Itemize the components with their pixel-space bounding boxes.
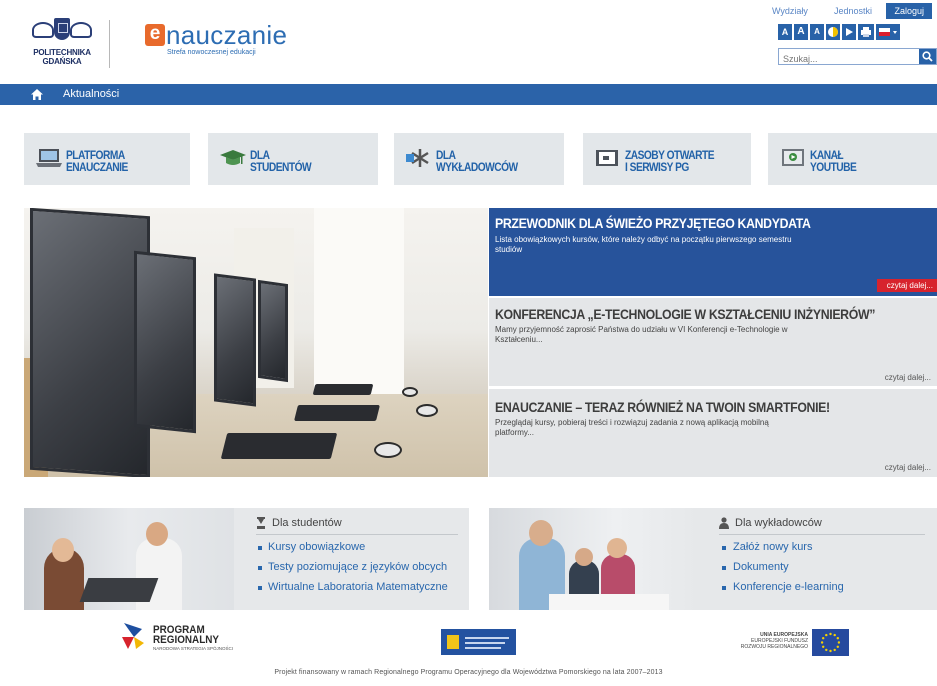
graduation-cap-icon: [220, 150, 246, 165]
flag-pl-icon: [879, 28, 897, 36]
keyboard-1: [220, 433, 338, 459]
monitor-4: [258, 279, 288, 383]
link-faculties[interactable]: Wydziały: [772, 6, 808, 16]
laptop-icon: [36, 149, 62, 167]
politechnika-logo[interactable]: POLITECHNIKA GDAŃSKA: [22, 16, 102, 66]
main-nav: Aktualności: [0, 84, 937, 105]
tile-platform-line2: eNAUCZANIE: [66, 160, 128, 174]
pomorskie-crest-icon: [447, 635, 459, 649]
brand-letter: e: [145, 24, 165, 46]
monitor-2: [134, 250, 196, 434]
program-regionalny-icon: [122, 623, 144, 649]
brand-word: nauczanie: [166, 20, 288, 50]
read-more-link[interactable]: czytaj dalej...: [885, 373, 931, 382]
font-size-small-button[interactable]: A: [778, 24, 792, 40]
news-excerpt-line2: Kształceniu...: [495, 335, 543, 344]
pomorskie-logo[interactable]: [441, 629, 516, 655]
lecturer-icon: [719, 517, 729, 529]
bullet-icon: [722, 566, 726, 570]
mouse-1: [374, 442, 402, 458]
link-create-course[interactable]: Załóż nowy kurs: [733, 541, 812, 553]
pointer-hand-icon: [406, 149, 429, 167]
monitor-3: [214, 273, 256, 407]
read-more-link[interactable]: czytaj dalej...: [877, 279, 937, 292]
lecturers-panel: Dla wykładowców Załóż nowy kurs Dokument…: [489, 508, 937, 610]
link-language-tests[interactable]: Testy poziomujące z języków obcych: [268, 561, 447, 573]
lecturers-panel-title: Dla wykładowców: [735, 517, 822, 529]
news-item-3[interactable]: ENAUCZANIE – TERAZ RÓWNIEŻ NA TWOIN SMAR…: [489, 389, 937, 477]
site-header: POLITECHNIKA GDAŃSKA e nauczanie Strefa n…: [0, 0, 937, 80]
logo-divider: [109, 20, 110, 68]
link-documents[interactable]: Dokumenty: [733, 561, 789, 573]
nav-item-news[interactable]: Aktualności: [63, 88, 119, 100]
font-size-medium-button[interactable]: A: [794, 24, 808, 40]
tile-resources-line2: I SERWISY PG: [625, 160, 689, 174]
monitor-1: [30, 208, 150, 477]
search-button[interactable]: [919, 49, 936, 64]
tile-youtube-line2: YOUTUBE: [810, 160, 857, 174]
eu-flag-icon[interactable]: [812, 629, 849, 656]
news-excerpt-line1: Przeglądaj kursy, pobieraj treści i rozw…: [495, 418, 769, 427]
students-panel: Dla studentów Kursy obowiązkowe Testy po…: [24, 508, 469, 610]
news-excerpt-line2: platformy...: [495, 428, 534, 437]
students-panel-title: Dla studentów: [272, 517, 342, 529]
news-excerpt-line2: studiów: [495, 245, 523, 254]
video-icon: [782, 149, 804, 166]
university-name-line2: GDAŃSKA: [42, 57, 82, 66]
font-size-large-button[interactable]: A: [810, 24, 824, 40]
student-icon: [257, 517, 265, 529]
university-name-line1: POLITECHNIKA: [33, 48, 91, 57]
eu-text: UNIA EUROPEJSKA EUROPEJSKI FUNDUSZ ROZWO…: [730, 632, 808, 650]
students-photo: [24, 508, 234, 610]
tile-resources[interactable]: ZASOBY OTWARTE I SERWISY PG: [583, 133, 751, 185]
tile-students-line2: STUDENTÓW: [250, 160, 312, 174]
search-input[interactable]: [779, 51, 917, 67]
link-units[interactable]: Jednostki: [834, 6, 872, 16]
news-item-1[interactable]: PRZEWODNIK DLA ŚWIEŻO PRZYJĘTEGO KANDYDA…: [489, 208, 937, 296]
news-title[interactable]: KONFERENCJA „E-TECHNOLOGIE W KSZTAŁCENIU…: [495, 306, 875, 322]
crest-icon: [32, 16, 92, 46]
home-icon[interactable]: [31, 89, 43, 100]
print-icon[interactable]: [858, 24, 874, 40]
enauczanie-logo[interactable]: e nauczanie Strefa nowoczesnej edukacji: [145, 20, 288, 56]
documents-icon: [596, 150, 618, 166]
program-line2: REGIONALNY: [153, 634, 220, 646]
brand-tagline: Strefa nowoczesnej edukacji: [167, 49, 256, 56]
mouse-3: [402, 387, 418, 397]
keyboard-2: [294, 405, 380, 421]
mouse-2: [416, 404, 438, 417]
news-item-2[interactable]: KONFERENCJA „E-TECHNOLOGIE W KSZTAŁCENIU…: [489, 298, 937, 386]
news-title[interactable]: PRZEWODNIK DLA ŚWIEŻO PRZYJĘTEGO KANDYDA…: [495, 215, 811, 231]
hero-computer-lab-image: [24, 208, 488, 477]
eu-line3: ROZWOJU REGIONALNEGO: [740, 644, 808, 650]
tile-platform[interactable]: PLATFORMA eNAUCZANIE: [24, 133, 190, 185]
language-select[interactable]: [876, 24, 900, 40]
link-virtual-math-labs[interactable]: Wirtualne Laboratoria Matematyczne: [268, 581, 448, 593]
top-links: Wydziały Jednostki Zaloguj: [762, 3, 937, 19]
link-mandatory-courses[interactable]: Kursy obowiązkowe: [268, 541, 365, 553]
pointer-icon[interactable]: [842, 24, 856, 40]
search-icon: [922, 51, 933, 62]
search-box: [778, 48, 937, 67]
link-elearning-conferences[interactable]: Konferencje e-learning: [733, 581, 844, 593]
bullet-icon: [722, 586, 726, 590]
keyboard-3: [312, 384, 374, 395]
bullet-icon: [258, 546, 262, 550]
bullet-icon: [258, 566, 262, 570]
footer-funding-note: Projekt finansowany w ramach Regionalneg…: [274, 669, 663, 676]
news-excerpt-line1: Mamy przyjemność zaprosić Państwa do udz…: [495, 325, 788, 334]
tile-lecturers-line2: WYKŁADOWCÓW: [436, 160, 518, 174]
login-button[interactable]: Zaloguj: [886, 3, 932, 19]
program-subtitle: NARODOWA STRATEGIA SPÓJNOŚCI: [153, 646, 234, 651]
news-excerpt-line1: Lista obowiązkowych kursów, które należy…: [495, 235, 792, 244]
news-title[interactable]: ENAUCZANIE – TERAZ RÓWNIEŻ NA TWOIN SMAR…: [495, 399, 830, 415]
bullet-icon: [722, 546, 726, 550]
tile-youtube[interactable]: KANAŁ YOUTUBE: [768, 133, 937, 185]
read-more-link[interactable]: czytaj dalej...: [885, 463, 931, 472]
tile-lecturers[interactable]: DLA WYKŁADOWCÓW: [394, 133, 564, 185]
contrast-icon[interactable]: [826, 24, 840, 40]
bullet-icon: [258, 586, 262, 590]
tile-students[interactable]: DLA STUDENTÓW: [208, 133, 378, 185]
lecturers-photo: [489, 508, 699, 610]
